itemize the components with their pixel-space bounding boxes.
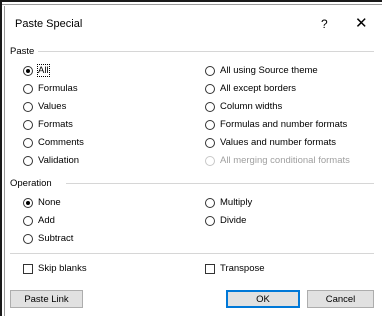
paste-formulas-number-label: Formulas and number formats <box>220 119 348 130</box>
radio-icon[interactable] <box>205 65 215 76</box>
paste-values-option[interactable]: Values <box>23 101 66 112</box>
radio-icon[interactable] <box>205 197 215 208</box>
radio-icon[interactable] <box>23 119 33 130</box>
window-border <box>4 6 5 316</box>
dialog-title: Paste Special <box>15 18 83 30</box>
operation-divide-label: Divide <box>220 215 247 226</box>
paste-formulas-number-option[interactable]: Formulas and number formats <box>205 119 347 130</box>
transpose-label: Transpose <box>220 263 265 274</box>
paste-source-theme-option[interactable]: All using Source theme <box>205 65 318 76</box>
radio-icon <box>205 155 215 166</box>
operation-multiply-label: Multiply <box>220 197 253 208</box>
help-button[interactable]: ? <box>321 17 328 31</box>
close-icon[interactable]: ✕ <box>355 14 368 32</box>
paste-merging-conditional-option: All merging conditional formats <box>205 155 350 166</box>
skip-blanks-label: Skip blanks <box>38 263 87 274</box>
operation-group-label: Operation <box>10 178 52 189</box>
skip-blanks-checkbox[interactable]: Skip blanks <box>23 263 87 274</box>
radio-icon[interactable] <box>23 215 33 226</box>
radio-icon[interactable] <box>205 119 215 130</box>
paste-values-label: Values <box>38 101 67 112</box>
radio-icon[interactable] <box>23 155 33 166</box>
radio-icon[interactable] <box>23 137 33 148</box>
paste-special-dialog: Paste Special ? ✕ Paste All Formulas Val… <box>0 0 382 316</box>
radio-icon[interactable] <box>205 137 215 148</box>
paste-column-widths-label: Column widths <box>220 101 283 112</box>
paste-column-widths-option[interactable]: Column widths <box>205 101 282 112</box>
operation-none-option[interactable]: None <box>23 197 61 208</box>
paste-comments-label: Comments <box>38 137 84 148</box>
transpose-checkbox[interactable]: Transpose <box>205 263 265 274</box>
ok-button[interactable]: OK <box>226 290 300 308</box>
window-border <box>0 0 2 316</box>
paste-link-button[interactable]: Paste Link <box>10 290 83 308</box>
radio-icon[interactable] <box>23 197 33 208</box>
paste-merging-conditional-label: All merging conditional formats <box>220 155 350 166</box>
radio-icon[interactable] <box>23 65 33 76</box>
checkbox-icon[interactable] <box>23 263 33 274</box>
radio-icon[interactable] <box>23 233 33 244</box>
cancel-button[interactable]: Cancel <box>307 290 374 308</box>
paste-source-theme-label: All using Source theme <box>220 65 318 76</box>
radio-icon[interactable] <box>205 101 215 112</box>
operation-separator <box>66 183 374 184</box>
radio-icon[interactable] <box>205 215 215 226</box>
operation-divide-option[interactable]: Divide <box>205 215 246 226</box>
radio-icon[interactable] <box>23 101 33 112</box>
paste-group-label: Paste <box>10 46 35 57</box>
operation-none-label: None <box>38 197 61 208</box>
paste-formulas-option[interactable]: Formulas <box>23 83 78 94</box>
radio-icon[interactable] <box>23 83 33 94</box>
operation-multiply-option[interactable]: Multiply <box>205 197 252 208</box>
operation-add-label: Add <box>38 215 55 226</box>
paste-all-option[interactable]: All <box>23 64 50 77</box>
paste-values-number-option[interactable]: Values and number formats <box>205 137 336 148</box>
paste-comments-option[interactable]: Comments <box>23 137 84 148</box>
paste-values-number-label: Values and number formats <box>220 137 336 148</box>
paste-except-borders-option[interactable]: All except borders <box>205 83 296 94</box>
paste-formulas-label: Formulas <box>38 83 78 94</box>
operation-subtract-option[interactable]: Subtract <box>23 233 73 244</box>
paste-formats-option[interactable]: Formats <box>23 119 73 130</box>
radio-icon[interactable] <box>205 83 215 94</box>
window-border <box>0 4 382 5</box>
paste-separator <box>38 51 374 52</box>
paste-validation-label: Validation <box>38 155 80 166</box>
operation-add-option[interactable]: Add <box>23 215 55 226</box>
checks-separator <box>10 253 374 254</box>
paste-except-borders-label: All except borders <box>220 83 297 94</box>
paste-all-label: All <box>37 64 50 77</box>
window-border <box>0 0 382 2</box>
checkbox-icon[interactable] <box>205 263 215 274</box>
operation-subtract-label: Subtract <box>38 233 74 244</box>
paste-formats-label: Formats <box>38 119 73 130</box>
paste-validation-option[interactable]: Validation <box>23 155 79 166</box>
